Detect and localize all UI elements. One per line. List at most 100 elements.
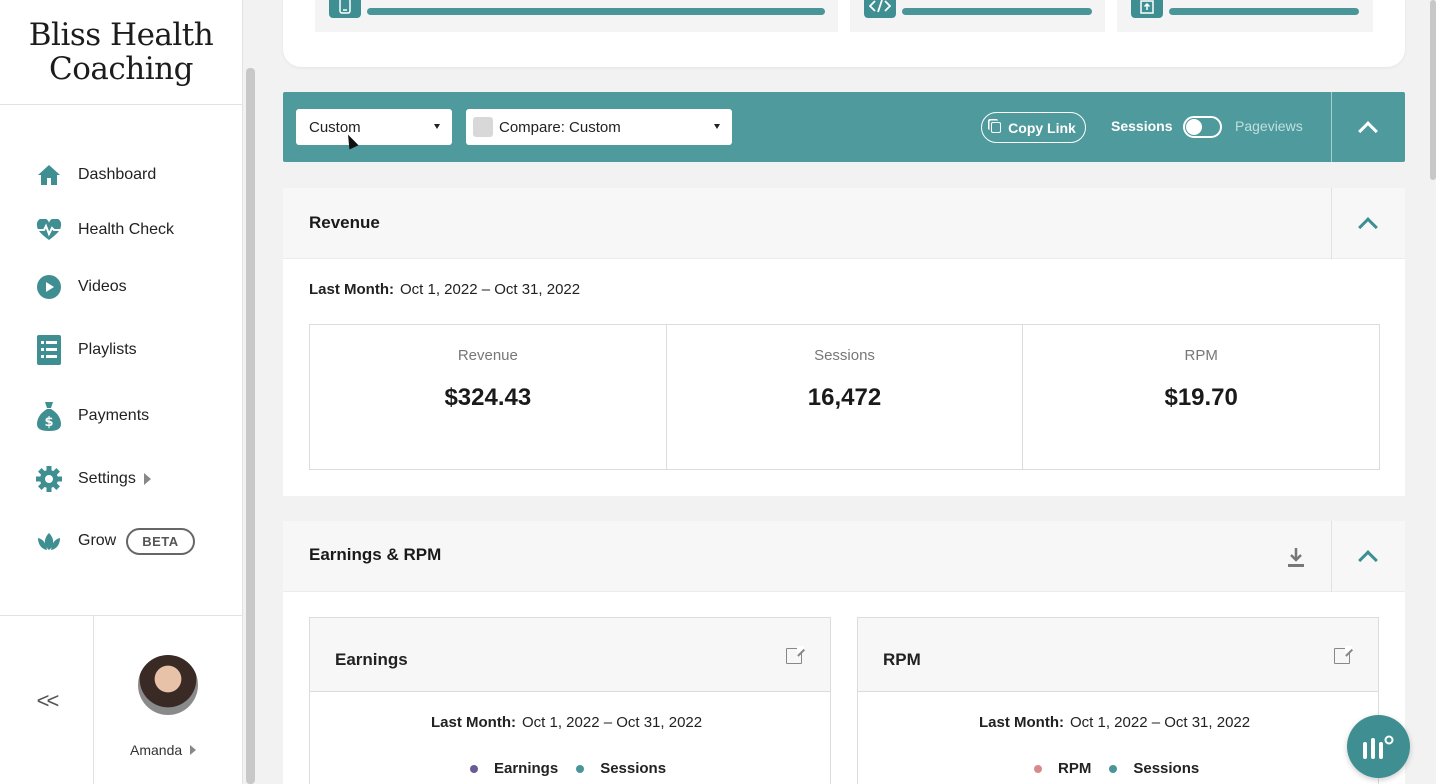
filter-bar: Custom Compare: Custom Copy Link Session… xyxy=(283,92,1405,162)
sidebar-item-payments[interactable]: $ Payments xyxy=(36,401,149,431)
list-icon xyxy=(36,335,62,365)
date-range: Last Month: Oct 1, 2022 – Oct 31, 2022 xyxy=(431,714,702,731)
page-scrollbar[interactable] xyxy=(1430,0,1436,180)
download-icon[interactable] xyxy=(1287,546,1305,568)
sessions-pageviews-toggle[interactable] xyxy=(1183,116,1222,138)
metric-tile xyxy=(1117,0,1373,32)
home-icon xyxy=(36,162,62,188)
compare-value: Compare: Custom xyxy=(499,118,621,136)
sidebar-item-label: Grow xyxy=(78,532,117,549)
sidebar-scrollbar[interactable] xyxy=(246,68,255,784)
date-range-select[interactable]: Custom xyxy=(296,109,452,145)
caret-right-icon xyxy=(190,745,197,755)
copy-link-label: Copy Link xyxy=(1008,119,1076,136)
brand-line1: Bliss Health xyxy=(28,17,214,53)
compare-select[interactable]: Compare: Custom xyxy=(466,109,732,145)
legend-dot xyxy=(1109,764,1118,773)
divider xyxy=(1331,92,1332,162)
date-range: Last Month: Oct 1, 2022 – Oct 31, 2022 xyxy=(309,281,580,298)
sidebar-item-label: Dashboard xyxy=(78,166,157,183)
sidebar: Bliss Health Coaching Dashboard Health Ch… xyxy=(0,0,243,784)
user-menu[interactable]: Amanda xyxy=(130,742,197,758)
sidebar-item-settings[interactable]: Settings xyxy=(36,464,151,494)
dropdown-arrow-icon xyxy=(714,124,720,129)
stat-value: $19.70 xyxy=(1164,384,1238,411)
top-metrics-card xyxy=(283,0,1405,67)
beta-badge: BETA xyxy=(126,527,195,555)
range-value: Oct 1, 2022 – Oct 31, 2022 xyxy=(399,281,581,298)
sidebar-item-label: Playlists xyxy=(78,341,137,358)
chart-card-title: Earnings xyxy=(335,650,408,669)
toggle-pageviews-label: Pageviews xyxy=(1235,118,1303,134)
progress-bar xyxy=(1169,8,1359,15)
svg-text:$: $ xyxy=(44,415,53,430)
legend-label: Earnings xyxy=(494,760,559,777)
date-range: Last Month: Oct 1, 2022 – Oct 31, 2022 xyxy=(979,714,1250,731)
earnings-panel-header: Earnings & RPM xyxy=(283,521,1405,592)
range-label: Last Month: xyxy=(979,714,1064,731)
legend-label: RPM xyxy=(1058,760,1092,777)
sidebar-item-videos[interactable]: Videos xyxy=(36,272,127,302)
chart-card-title: RPM xyxy=(883,650,921,669)
earnings-rpm-panel: Earnings & RPM Earnings Last Month: Oct 1… xyxy=(283,521,1405,784)
money-bag-icon: $ xyxy=(36,402,62,431)
sidebar-footer: << Amanda xyxy=(0,615,243,784)
sidebar-item-label: Settings xyxy=(78,470,136,487)
legend-dot xyxy=(1034,764,1042,773)
stats-grid: Revenue $324.43 Sessions 16,472 RPM $19.… xyxy=(309,324,1380,470)
compare-color-swatch xyxy=(473,117,493,137)
stat-sessions: Sessions 16,472 xyxy=(667,325,1024,469)
revenue-panel: Revenue Last Month: Oct 1, 2022 – Oct 31,… xyxy=(283,188,1405,496)
panel-title: Revenue xyxy=(309,213,380,232)
brand-line2: Coaching xyxy=(49,51,193,87)
divider xyxy=(1331,188,1332,259)
collapse-chevron-up-icon[interactable] xyxy=(1358,550,1378,570)
sidebar-item-label: Health Check xyxy=(78,221,175,238)
caret-right-icon xyxy=(143,473,151,485)
dropdown-arrow-icon xyxy=(434,124,440,129)
legend-label: Sessions xyxy=(1133,760,1200,777)
panel-title: Earnings & RPM xyxy=(309,545,442,564)
sidebar-item-label: Videos xyxy=(78,278,127,295)
brand-logo[interactable]: Bliss Health Coaching xyxy=(0,0,242,105)
sidebar-item-health-check[interactable]: Health Check xyxy=(36,215,174,245)
avatar[interactable] xyxy=(138,655,198,715)
leaf-icon xyxy=(36,528,62,554)
stat-revenue: Revenue $324.43 xyxy=(310,325,667,469)
collapse-chevron-up-icon[interactable] xyxy=(1358,121,1378,141)
chart-legend: RPM Sessions xyxy=(1034,760,1199,777)
stat-value: 16,472 xyxy=(807,384,882,411)
stat-label: Revenue xyxy=(457,347,518,364)
metric-tile xyxy=(850,0,1105,32)
chart-legend: Earnings Sessions xyxy=(470,760,666,777)
user-profile[interactable]: Amanda xyxy=(94,616,243,784)
legend-dot xyxy=(576,764,585,773)
toggle-sessions-label: Sessions xyxy=(1111,118,1173,134)
sidebar-item-playlists[interactable]: Playlists xyxy=(36,335,137,365)
rpm-chart-card: RPM Last Month: Oct 1, 2022 – Oct 31, 202… xyxy=(857,617,1379,784)
brand-mark-icon xyxy=(1362,735,1393,759)
stat-label: RPM xyxy=(1184,347,1218,364)
play-icon xyxy=(36,274,62,300)
external-link-icon[interactable] xyxy=(1334,646,1353,664)
stat-value: $324.43 xyxy=(444,384,532,411)
collapse-chevron-up-icon[interactable] xyxy=(1358,217,1378,237)
divider xyxy=(1331,521,1332,592)
upload-icon xyxy=(1131,0,1163,18)
sidebar-item-grow[interactable]: Grow BETA xyxy=(36,526,195,556)
collapse-sidebar-button[interactable]: << xyxy=(0,616,94,784)
user-name: Amanda xyxy=(130,742,183,758)
code-icon xyxy=(864,0,896,18)
sidebar-item-dashboard[interactable]: Dashboard xyxy=(36,160,156,190)
stat-label: Sessions xyxy=(814,347,875,364)
chart-card-header: Earnings xyxy=(310,618,830,692)
chat-support-button[interactable] xyxy=(1347,715,1410,778)
external-link-icon[interactable] xyxy=(786,646,805,664)
revenue-panel-header: Revenue xyxy=(283,188,1405,259)
metric-tile xyxy=(315,0,838,32)
stat-rpm: RPM $19.70 xyxy=(1023,325,1379,469)
sidebar-item-label: Payments xyxy=(78,407,150,424)
toggle-knob xyxy=(1186,119,1202,135)
copy-link-button[interactable]: Copy Link xyxy=(981,112,1086,143)
earnings-chart-card: Earnings Last Month: Oct 1, 2022 – Oct 31… xyxy=(309,617,831,784)
